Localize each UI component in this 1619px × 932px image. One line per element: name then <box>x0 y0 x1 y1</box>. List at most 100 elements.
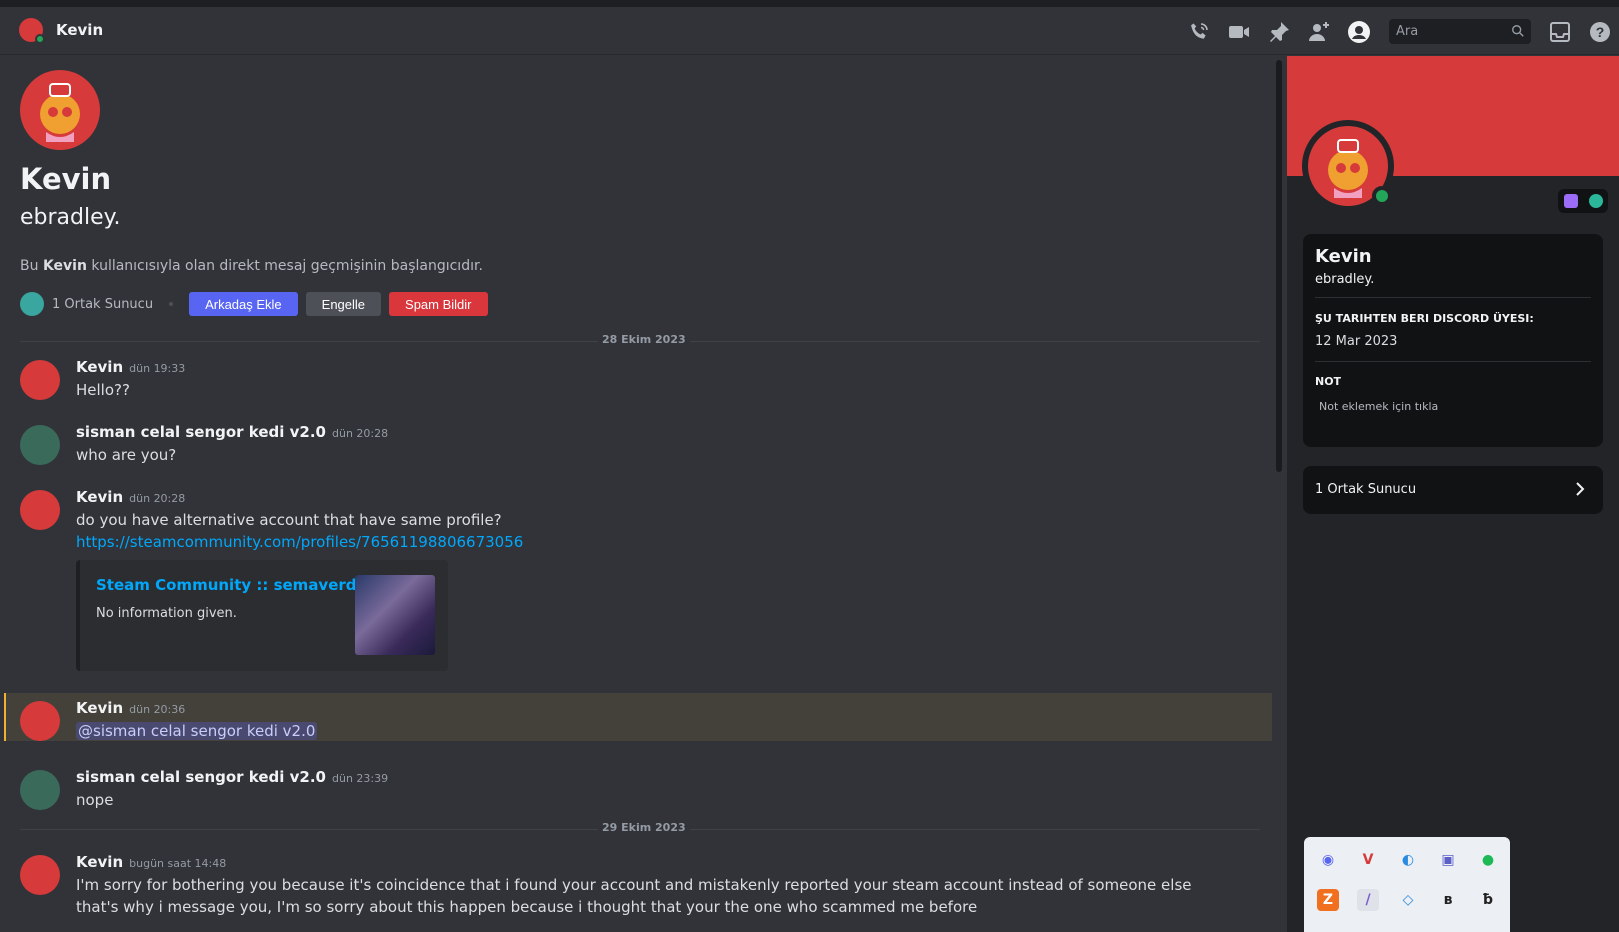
user-mention[interactable]: @sisman celal sengor kedi v2.0 <box>76 722 318 740</box>
svg-text:?: ? <box>1596 24 1605 40</box>
message-author[interactable]: sisman celal sengor kedi v2.0 <box>76 768 326 786</box>
chevron-right-icon <box>1576 482 1585 496</box>
search-placeholder: Ara <box>1396 24 1419 39</box>
message-author[interactable]: Kevin <box>76 699 123 717</box>
dm-header: Kevin Ara ? <box>0 7 1619 55</box>
system-tray-overflow: ◉ V ◐ ▣ ● Z / ◇ ʙ ƀ <box>1304 837 1510 932</box>
dm-display-name: Kevin <box>20 162 112 196</box>
message-timestamp: dün 19:33 <box>129 362 186 375</box>
valorant-tray-icon[interactable]: V <box>1357 849 1379 871</box>
edge-tray-icon[interactable]: ◐ <box>1397 849 1419 871</box>
message-timestamp: bugün saat 14:48 <box>129 857 227 870</box>
discord-tray-icon[interactable]: ◉ <box>1317 849 1339 871</box>
intro-text-bold: Kevin <box>42 258 87 274</box>
pen-tray-icon[interactable]: / <box>1357 889 1379 911</box>
user-profile-icon[interactable] <box>1347 20 1371 44</box>
dm-intro-text: Bu Kevin kullanıcısıyla olan direkt mesa… <box>20 258 483 274</box>
add-friend-icon[interactable] <box>1307 20 1331 44</box>
mutual-servers-button[interactable]: 1 Ortak Sunucu <box>1303 466 1603 514</box>
online-status-dot <box>1372 186 1392 206</box>
message-avatar[interactable] <box>20 701 60 741</box>
note-input[interactable]: Not eklemek için tıkla <box>1319 400 1438 413</box>
message-timestamp: dün 20:28 <box>331 427 389 440</box>
message-content: @sisman celal sengor kedi v2.0 <box>76 720 1236 742</box>
link-embed: Steam Community :: semaverdecay No infor… <box>76 560 448 671</box>
message-avatar[interactable] <box>20 425 60 465</box>
intro-text-part: kullanıcısıyla olan direkt mesaj geçmişi… <box>86 258 483 274</box>
member-since-label: ŞU TARIHTEN BERI DISCORD ÜYESI: <box>1315 312 1534 325</box>
embed-thumbnail[interactable] <box>355 575 435 655</box>
message-author[interactable]: sisman celal sengor kedi v2.0 <box>76 423 326 441</box>
video-call-icon[interactable] <box>1227 20 1251 44</box>
member-since-date: 12 Mar 2023 <box>1315 334 1398 349</box>
message-timestamp: dün 20:36 <box>129 703 186 716</box>
date-divider-label: 28 Ekim 2023 <box>598 333 690 346</box>
message-author-line: Kevin bugün saat 14:48 <box>76 853 226 871</box>
message-avatar[interactable] <box>20 490 60 530</box>
hypesquad-badge-icon[interactable] <box>1563 194 1578 208</box>
profile-info-card: Kevin ebradley. ŞU TARIHTEN BERI DISCORD… <box>1303 234 1603 447</box>
message-author-line: Kevin dün 19:33 <box>76 358 185 376</box>
message-author-line: Kevin dün 20:36 <box>76 699 185 717</box>
separator-dot <box>169 302 174 306</box>
hashtag-badge-icon[interactable] <box>1588 194 1603 208</box>
message-avatar[interactable] <box>20 855 60 895</box>
message-content: I'm sorry for bothering you because it's… <box>76 876 1192 916</box>
message-link[interactable]: https://steamcommunity.com/profiles/7656… <box>76 531 1236 553</box>
bluetooth-tray-icon[interactable]: ʙ <box>1437 889 1459 911</box>
mutual-servers-label: 1 Ortak Sunucu <box>1315 482 1417 497</box>
tb-tray-icon[interactable]: ƀ <box>1477 889 1499 911</box>
add-friend-button[interactable]: Arkadaş Ekle <box>189 292 298 316</box>
message-author[interactable]: Kevin <box>76 358 123 376</box>
profile-username[interactable]: ebradley. <box>1315 272 1374 287</box>
profile-badges <box>1558 189 1608 213</box>
dm-username: ebradley. <box>20 205 121 230</box>
message-content: do you have alternative account that hav… <box>76 509 1236 553</box>
message-content: Hello?? <box>76 381 130 399</box>
header-avatar[interactable] <box>19 18 45 44</box>
tiger-avatar-image <box>40 83 80 142</box>
inbox-icon[interactable] <box>1548 20 1572 44</box>
mutual-server-icon[interactable] <box>20 292 44 316</box>
search-input[interactable]: Ara <box>1389 19 1531 44</box>
drop-tray-icon[interactable]: ◇ <box>1397 889 1419 911</box>
block-button[interactable]: Engelle <box>305 292 382 316</box>
report-spam-button[interactable]: Spam Bildir <box>389 292 488 316</box>
dm-profile-avatar[interactable] <box>20 70 100 150</box>
message-content: nope <box>76 791 114 809</box>
message-author[interactable]: Kevin <box>76 488 123 506</box>
dm-title: Kevin <box>56 21 104 39</box>
app-tray-icon[interactable]: Z <box>1317 889 1339 911</box>
chat-scrollbar[interactable] <box>1276 60 1282 472</box>
teams-tray-icon[interactable]: ▣ <box>1437 849 1459 871</box>
embed-title[interactable]: Steam Community :: semaverdecay <box>96 576 395 594</box>
message-avatar[interactable] <box>20 360 60 400</box>
chat-area: Kevin ebradley. Bu Kevin kullanıcısıyla … <box>0 56 1274 932</box>
message-author-line: sisman celal sengor kedi v2.0 dün 20:28 <box>76 423 388 441</box>
message-author[interactable]: Kevin <box>76 853 123 871</box>
profile-display-name: Kevin <box>1315 246 1372 267</box>
profile-avatar[interactable] <box>1302 120 1394 212</box>
card-divider <box>1315 361 1591 362</box>
help-icon[interactable]: ? <box>1588 20 1612 44</box>
message-author-line: sisman celal sengor kedi v2.0 dün 23:39 <box>76 768 388 786</box>
card-divider <box>1315 297 1591 298</box>
search-icon <box>1512 25 1524 37</box>
date-divider-label: 29 Ekim 2023 <box>598 821 690 834</box>
spotify-tray-icon[interactable]: ● <box>1477 849 1499 871</box>
intro-actions: 1 Ortak Sunucu Arkadaş Ekle Engelle Spam… <box>20 292 496 316</box>
message-timestamp: dün 20:28 <box>129 492 186 505</box>
message-content: who are you? <box>76 446 177 464</box>
profile-panel: Kevin ebradley. ŞU TARIHTEN BERI DISCORD… <box>1287 56 1619 932</box>
embed-description: No information given. <box>96 606 237 621</box>
online-status-dot <box>35 34 45 44</box>
window-top-strip <box>0 0 1619 7</box>
message-avatar[interactable] <box>20 770 60 810</box>
pin-icon[interactable] <box>1267 20 1291 44</box>
message-text: do you have alternative account that hav… <box>76 511 502 529</box>
phone-call-icon[interactable] <box>1187 20 1211 44</box>
message-timestamp: dün 23:39 <box>331 772 389 785</box>
message-author-line: Kevin dün 20:28 <box>76 488 185 506</box>
mutual-servers-link[interactable]: 1 Ortak Sunucu <box>52 297 153 312</box>
intro-text-part: Bu <box>20 258 43 274</box>
